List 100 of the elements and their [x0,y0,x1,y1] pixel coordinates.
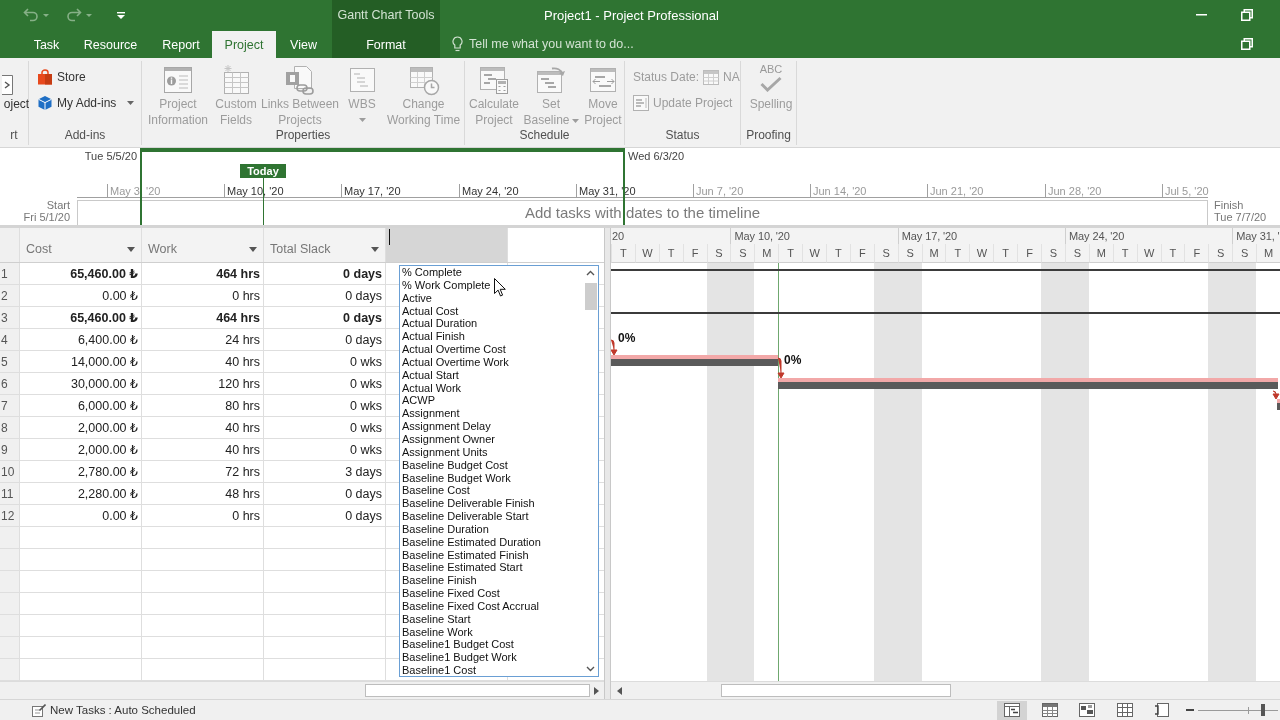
finish-date: Tue 7/7/20 [1214,211,1267,223]
table-cell: 3 days [264,461,386,482]
view-shortcut-button[interactable] [997,700,1027,720]
list-item[interactable]: Baseline Estimated Start [402,561,583,575]
zoom-slider-thumb[interactable] [1260,704,1265,716]
scroll-thumb[interactable] [365,684,590,697]
list-item[interactable]: Actual Work [402,381,583,395]
list-item[interactable]: Baseline Finish [402,574,583,588]
table-cell: 0 wks [264,395,386,416]
range-end-date: Wed 6/3/20 [628,150,685,162]
list-item[interactable]: Actual Cost [402,304,583,318]
scroll-down-icon[interactable] [586,666,595,672]
table-cell: 2,000.00 ₺ [20,417,142,438]
list-item[interactable]: Assignment Owner [402,432,583,446]
row-number: 1 [0,263,20,284]
today-marker: Today [240,164,286,178]
list-item[interactable]: Actual Overtime Cost [402,343,583,356]
scroll-left-icon[interactable] [617,686,622,695]
scroll-right-icon[interactable] [594,686,599,695]
ribbon-tab[interactable]: Format [332,31,440,58]
ribbon-tab[interactable]: Resource [71,31,150,58]
list-item[interactable]: ACWP [402,394,583,408]
table-cell: 48 hrs [142,483,264,504]
ribbon-group-label: Add-ins [63,128,107,144]
list-item[interactable]: Baseline Start [402,612,583,626]
scroll-up-icon[interactable] [586,270,595,276]
customize-toolbar-icon[interactable] [117,11,125,19]
list-item[interactable]: Baseline Deliverable Start [402,510,583,523]
day-column: S [1208,244,1233,681]
list-item[interactable]: Active [402,291,583,305]
list-item[interactable]: Baseline Fixed Cost [402,587,583,600]
list-item[interactable]: Baseline Estimated Finish [402,548,583,562]
list-item[interactable]: Actual Overtime Work [402,355,583,369]
table-cell: 0 wks [264,373,386,394]
list-item[interactable]: Baseline1 Budget Work [402,651,583,665]
list-item[interactable]: Baseline Duration [402,522,583,536]
caret-icon [358,118,366,122]
table-cell: 40 hrs [142,439,264,460]
timeline-tick-label: Jul 5, '20 [1165,185,1209,197]
tell-me-field[interactable]: Tell me what you want to do... [469,37,719,51]
page-bracket-icon [1154,703,1170,717]
timeline-tick-label: May 24, '20 [462,185,519,197]
ribbon-tab[interactable]: Report [150,31,212,58]
row-number: 4 [0,329,20,350]
table-cell: 0 hrs [142,505,264,526]
ribbon-button[interactable]: oject [2,61,31,112]
list-item[interactable]: Actual Start [402,368,583,382]
timeline-tick-label: Jun 21, '20 [930,185,984,197]
table-cell: 14,000.00 ₺ [20,351,142,372]
list-item[interactable]: Baseline Budget Cost [402,458,583,472]
list-item[interactable]: Assignment [402,407,583,421]
table-cell: 464 hrs [142,263,264,284]
dependency-arrow [611,339,618,356]
table-cell: 0 wks [264,351,386,372]
list-item[interactable]: Baseline Deliverable Finish [402,497,583,511]
checkmark-icon [759,76,783,92]
list-item[interactable]: Baseline Cost [402,484,583,498]
table-cell: 0 days [264,263,386,284]
table-cell: 0 hrs [142,285,264,306]
ribbon-tab[interactable]: Task [22,31,71,58]
planner-blocks-icon [1079,703,1095,717]
table-cell: 120 hrs [142,373,264,394]
table-cell: 0.00 ₺ [20,285,142,306]
ribbon-group-label: Properties [274,128,332,144]
range-start-date: Tue 5/5/20 [84,150,137,162]
ribbon-tab[interactable]: View [276,31,331,58]
column-name-field[interactable] [386,228,508,262]
list-item[interactable]: Baseline1 Budget Cost [402,638,583,652]
progress-label: 0% [618,331,636,345]
row-number: 8 [0,417,20,438]
grid-icon [1116,703,1133,717]
dropdown-caret-icon[interactable] [371,247,379,252]
ribbon-tab[interactable]: Project [212,31,276,58]
dropdown-caret-icon[interactable] [249,247,257,252]
ribbon-button[interactable]: Store [37,68,86,86]
list-item[interactable]: Baseline Fixed Cost Accrual [402,599,583,613]
table-cell: 65,460.00 ₺ [20,263,142,284]
contextual-tab-group-label: Gantt Chart Tools [337,7,435,24]
table-cell: 0 days [264,483,386,504]
scroll-thumb[interactable] [721,684,951,697]
ribbon-button[interactable]: My Add-ins [37,94,135,112]
list-item[interactable]: Baseline Budget Work [402,471,583,485]
list-item[interactable]: Actual Finish [402,330,583,344]
list-item[interactable]: Assignment Units [402,445,583,459]
dependency-arrow [777,357,785,379]
list-item[interactable]: % Work Complete [402,278,583,292]
row-number: 11 [0,483,20,504]
list-item[interactable]: Baseline Estimated Duration [402,535,583,549]
row-number: 2 [0,285,20,306]
table-cell: 40 hrs [142,417,264,438]
list-item[interactable]: % Complete [402,266,583,279]
dropdown-caret-icon[interactable] [127,247,135,252]
list-item[interactable]: Baseline1 Cost [402,664,583,676]
list-item[interactable]: Actual Duration [402,317,583,331]
table-cell: 6,000.00 ₺ [20,395,142,416]
list-item[interactable]: Baseline Work [402,625,583,639]
restore-icon [1241,9,1253,21]
timeline-tick-label: Jun 7, '20 [696,185,744,197]
scroll-thumb[interactable] [584,283,597,310]
list-item[interactable]: Assignment Delay [402,420,583,433]
